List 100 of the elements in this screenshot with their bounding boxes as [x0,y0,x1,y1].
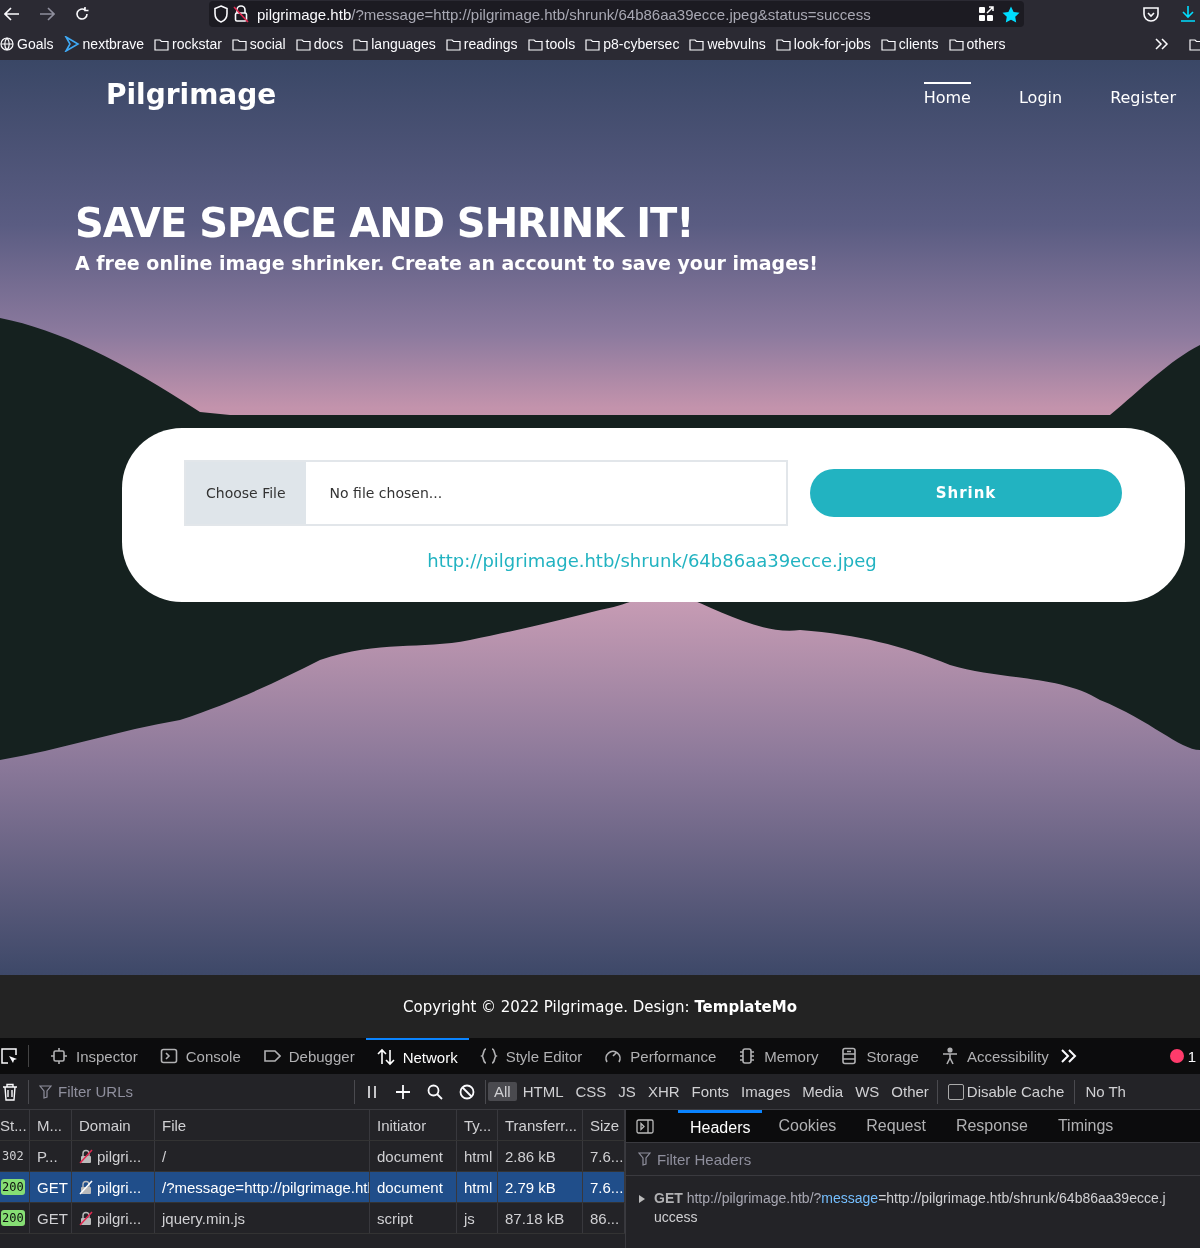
folder-icon[interactable] [1189,37,1200,51]
expand-triangle-icon[interactable] [638,1194,646,1204]
column-header[interactable]: St... [0,1110,30,1140]
nav-link[interactable]: Register [1110,81,1176,107]
type-filter-button[interactable]: Images [735,1082,797,1101]
bookmark-item[interactable]: social [231,36,286,52]
bookmark-item[interactable]: clients [880,36,939,52]
detail-tab[interactable]: Cookies [776,1110,839,1142]
folder-icon [231,37,247,51]
folder-icon [775,37,791,51]
type-filter-button[interactable]: Other [885,1082,935,1101]
reload-icon[interactable] [74,6,90,22]
devtools-tab[interactable]: Debugger [251,1038,366,1074]
type-filter-button[interactable]: All [488,1082,517,1101]
frame-icon [50,1047,68,1065]
back-icon[interactable] [4,7,20,21]
folder-icon [689,37,705,51]
pause-icon[interactable] [365,1084,379,1099]
devtools-tab[interactable]: Style Editor [468,1038,594,1074]
devtools-tab[interactable]: Console [148,1038,252,1074]
forward-icon[interactable] [39,7,55,21]
column-header[interactable]: Transferr... [498,1110,583,1140]
devtools-tab[interactable]: Performance [593,1038,728,1074]
block-icon[interactable] [459,1083,475,1100]
plus-icon[interactable] [395,1083,411,1100]
column-header[interactable]: Ty... [457,1110,498,1140]
shield-icon[interactable] [213,5,229,23]
error-count[interactable]: 1 [1187,1047,1196,1065]
throttling-dropdown[interactable]: No Th [1085,1083,1126,1100]
address-bar[interactable]: pilgrimage.htb/?message=http://pilgrimage.htb/shrunk/64b86aa39ecce.jpeg&status=success [209,1,1024,27]
table-cell: 2.86 kB [498,1141,583,1171]
tag-icon [262,1047,281,1065]
grid-icon[interactable] [978,6,994,22]
folder-icon [880,37,896,51]
table-cell: html [457,1172,498,1202]
devtools-tab[interactable]: Storage [829,1038,930,1074]
column-header[interactable]: Size [583,1110,625,1140]
sidebar-toggle-icon[interactable] [636,1118,654,1134]
bookmark-item[interactable]: languages [353,36,436,52]
column-header[interactable]: Initiator [370,1110,457,1140]
filter-urls-field[interactable]: Filter URLs [56,1082,300,1101]
person-icon [940,1047,959,1065]
insecure-lock-icon[interactable] [233,5,249,23]
bookmark-item[interactable]: p8-cybersec [585,36,680,52]
detail-tab[interactable]: Response [953,1110,1030,1142]
bookmark-item[interactable]: rockstar [154,36,222,52]
devtools-tab[interactable]: Inspector [39,1038,149,1074]
filter-icon [39,1084,52,1099]
bookmark-item[interactable]: nextbrave [63,36,145,52]
choose-file-button[interactable]: Choose File [186,462,306,524]
table-cell: script [370,1203,457,1233]
bookmark-item[interactable]: docs [295,36,344,52]
column-header[interactable]: File [155,1110,370,1140]
status-code: 200 [1,1179,25,1195]
more-bookmarks-icon[interactable] [1155,38,1169,50]
trash-icon[interactable] [2,1082,18,1101]
type-filter-button[interactable]: WS [849,1082,886,1101]
column-header[interactable]: M... [30,1110,72,1140]
bookmark-item[interactable]: Goals [0,36,54,52]
bookmark-item[interactable]: look-for-jobs [775,36,871,52]
checkbox[interactable] [947,1083,964,1100]
bookmark-item[interactable]: readings [445,36,518,52]
site-logo[interactable]: Pilgrimage [106,77,277,111]
type-filter-button[interactable]: CSS [569,1082,613,1101]
nav-link[interactable]: Home [923,81,971,107]
folder-icon [445,37,461,51]
column-header[interactable]: Domain [72,1110,155,1140]
devtools-tab[interactable]: Network [365,1038,469,1074]
detail-tab[interactable]: Timings [1055,1110,1116,1142]
devtools-tab[interactable]: Memory [727,1038,830,1074]
filter-headers-field[interactable]: Filter Headers [655,1149,899,1169]
bookmark-item[interactable]: webvulns [689,36,766,52]
more-tools-icon[interactable] [1059,1049,1078,1063]
table-cell: P... [30,1141,72,1171]
table-cell: 7.6... [583,1141,625,1171]
type-filter-button[interactable]: JS [612,1082,642,1101]
type-filter-button[interactable]: Media [796,1082,850,1101]
request-row[interactable]: 200 GET pilgri... /?message=http://pilgrimage.htl document html 2.79 kB 7.6... [0,1172,625,1203]
element-picker-icon[interactable] [0,1047,18,1065]
detail-tab[interactable]: Headers [678,1110,763,1142]
error-icon[interactable] [1169,1049,1184,1063]
download-icon[interactable] [1180,5,1196,23]
bookmark-item[interactable]: others [948,36,1006,52]
search-icon[interactable] [427,1083,443,1100]
cabinet-icon [840,1047,859,1065]
devtools-tab[interactable]: Accessibility [929,1038,1060,1074]
request-row[interactable]: 200 GET pilgri... jquery.min.js script js 87.18 kB 86... [0,1203,625,1234]
insecure-lock-icon [79,1179,93,1195]
detail-tab[interactable]: Request [864,1110,928,1142]
globe-icon [0,37,14,51]
pocket-icon[interactable] [1142,5,1160,23]
disable-cache-checkbox[interactable]: Disable Cache [947,1083,1065,1100]
type-filter-button[interactable]: XHR [641,1082,686,1101]
type-filter-button[interactable]: HTML [516,1082,570,1101]
bookmark-item[interactable]: tools [527,36,576,52]
nav-link[interactable]: Login [1018,81,1063,107]
star-icon[interactable] [1002,5,1020,23]
type-filter-button[interactable]: Fonts [685,1082,736,1101]
file-input[interactable]: Choose File No file chosen... [184,460,788,526]
table-cell: 2.79 kB [498,1172,583,1202]
